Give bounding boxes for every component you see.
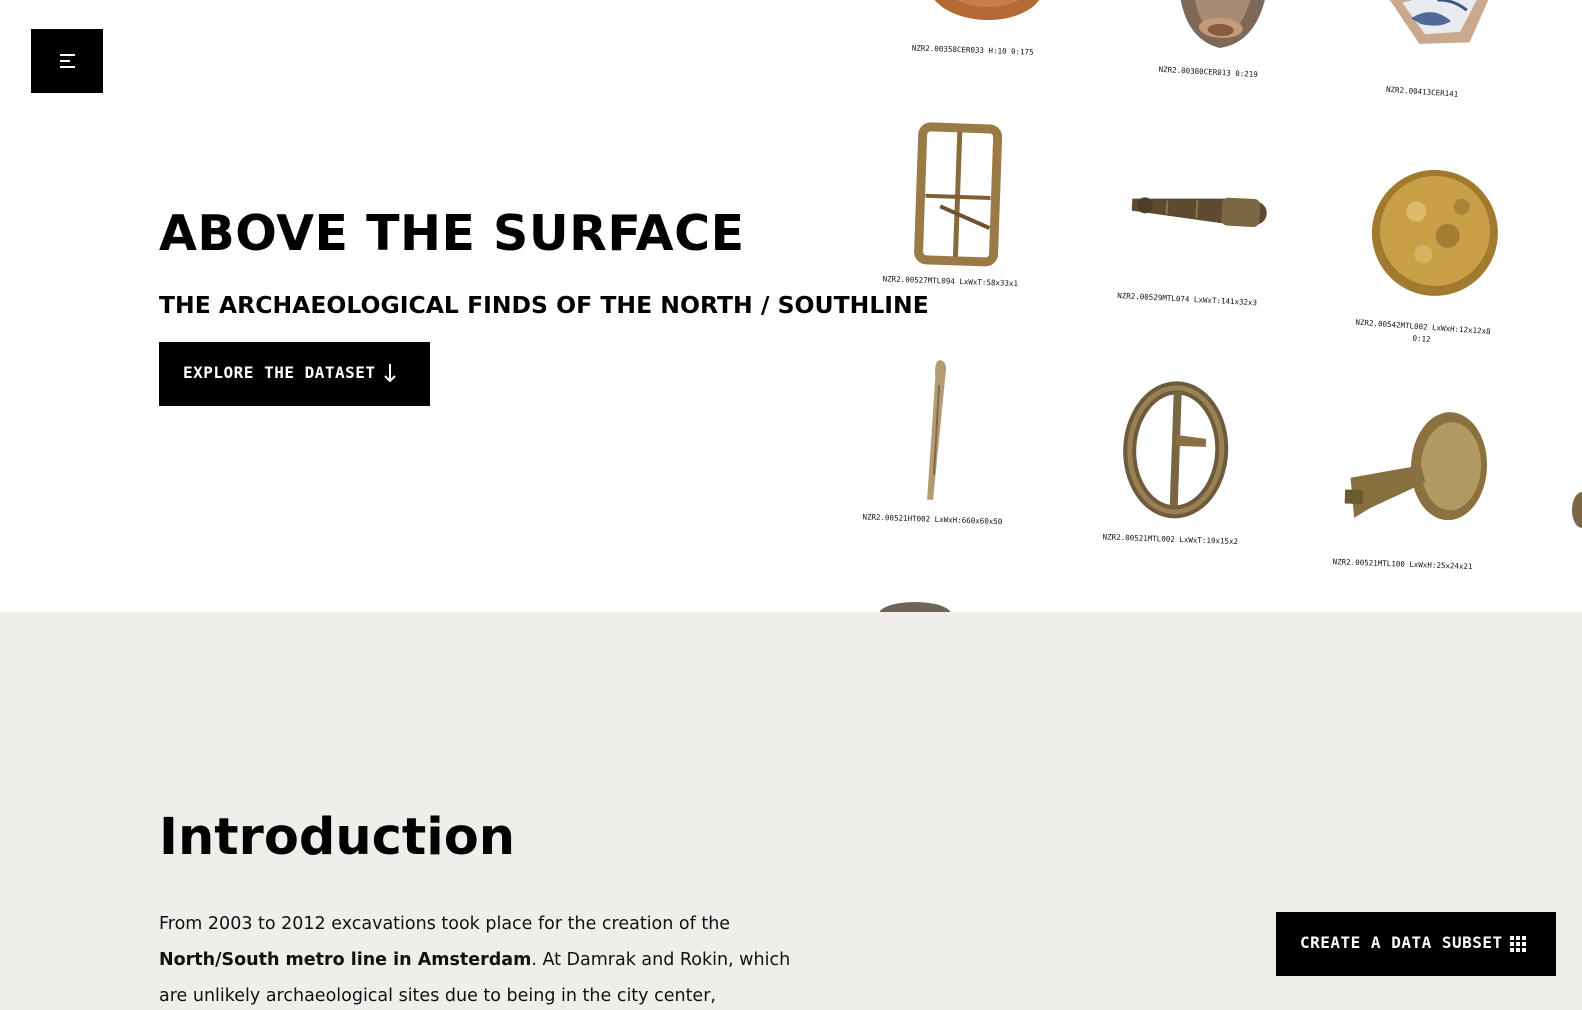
find-caption: NZR2.00521MTL002 LxWxT:19x15x2: [1102, 532, 1239, 547]
find-caption-2: 0:12: [1412, 333, 1431, 344]
arrow-down-icon: [384, 364, 396, 383]
partial-find-image: [1572, 492, 1582, 528]
menu-button[interactable]: [31, 29, 103, 93]
find-item[interactable]: NZR2.00527MTL094 LxWxT:58x33x1: [882, 119, 1038, 304]
find-caption: NZR2.00521MTL100 LxWxH:25x24x21: [1332, 557, 1473, 572]
find-item[interactable]: NZR2.00521HT002 LxWxH:660x60x50: [862, 352, 1018, 537]
find-caption: NZR2.00358CER033 H:10 0:175: [911, 43, 1034, 57]
explore-dataset-button[interactable]: EXPLORE THE DATASET: [159, 342, 430, 406]
find-item[interactable]: NZR2.00521MTL002 LxWxT:19x15x2: [1102, 377, 1258, 562]
intro-text-part: From 2003 to 2012 excavations took place…: [159, 914, 731, 934]
find-caption: NZR2.00380CER013 0:219: [1158, 64, 1259, 79]
find-caption: NZR2.00413CER141: [1385, 84, 1459, 99]
intro-text-bold: North/South metro line in Amsterdam: [159, 950, 532, 970]
create-data-subset-label: CREATE A DATA SUBSET: [1300, 933, 1503, 952]
find-caption: NZR2.00521HT002 LxWxH:660x60x50: [862, 512, 1003, 527]
hero-section: ABOVE THE SURFACE THE ARCHAEOLOGICAL FIN…: [0, 0, 1582, 612]
blue-white-sherd-image: [1387, 0, 1492, 44]
partial-find-image: [879, 602, 951, 612]
introduction-text: From 2003 to 2012 excavations took place…: [159, 906, 799, 1010]
button-image: [1371, 169, 1498, 296]
stoneware-jug-image: [1178, 0, 1269, 48]
find-caption: NZR2.00529MTL074 LxWxT:141x32x3: [1117, 291, 1258, 308]
introduction-title: Introduction: [159, 808, 516, 867]
hero-subtitle: THE ARCHAEOLOGICAL FINDS OF THE NORTH / …: [159, 291, 929, 319]
find-item[interactable]: NZR2.00358CER033 H:10 0:175: [912, 0, 1047, 72]
bone-stick-image: [927, 359, 947, 500]
find-caption: NZR2.00542MTL002 LxWxH:12x12x8: [1355, 317, 1491, 337]
hero-title: ABOVE THE SURFACE: [159, 205, 745, 262]
oval-buckle-image: [1123, 381, 1229, 519]
find-item[interactable]: NZR2.00413CER141: [1376, 0, 1495, 104]
explore-dataset-label: EXPLORE THE DATASET: [183, 363, 376, 382]
rectangular-buckle-image: [914, 122, 1003, 267]
metal-pin-image: [1131, 197, 1267, 228]
ceramic-bowl-image: [928, 0, 1045, 21]
find-caption: NZR2.00527MTL094 LxWxT:58x33x1: [882, 274, 1019, 289]
find-item[interactable]: NZR2.00542MTL002 LxWxH:12x12x8 0:12: [1354, 160, 1517, 360]
find-item[interactable]: NZR2.00521MTL100 LxWxH:25x24x21: [1332, 407, 1498, 582]
grid-icon: [1510, 936, 1526, 952]
find-item[interactable]: NZR2.00529MTL074 LxWxT:141x32x3: [1117, 176, 1274, 314]
find-item[interactable]: NZR2.00380CER013 0:219: [1158, 0, 1279, 83]
create-data-subset-button[interactable]: CREATE A DATA SUBSET: [1276, 912, 1556, 976]
thimble-fitting-image: [1344, 412, 1488, 521]
